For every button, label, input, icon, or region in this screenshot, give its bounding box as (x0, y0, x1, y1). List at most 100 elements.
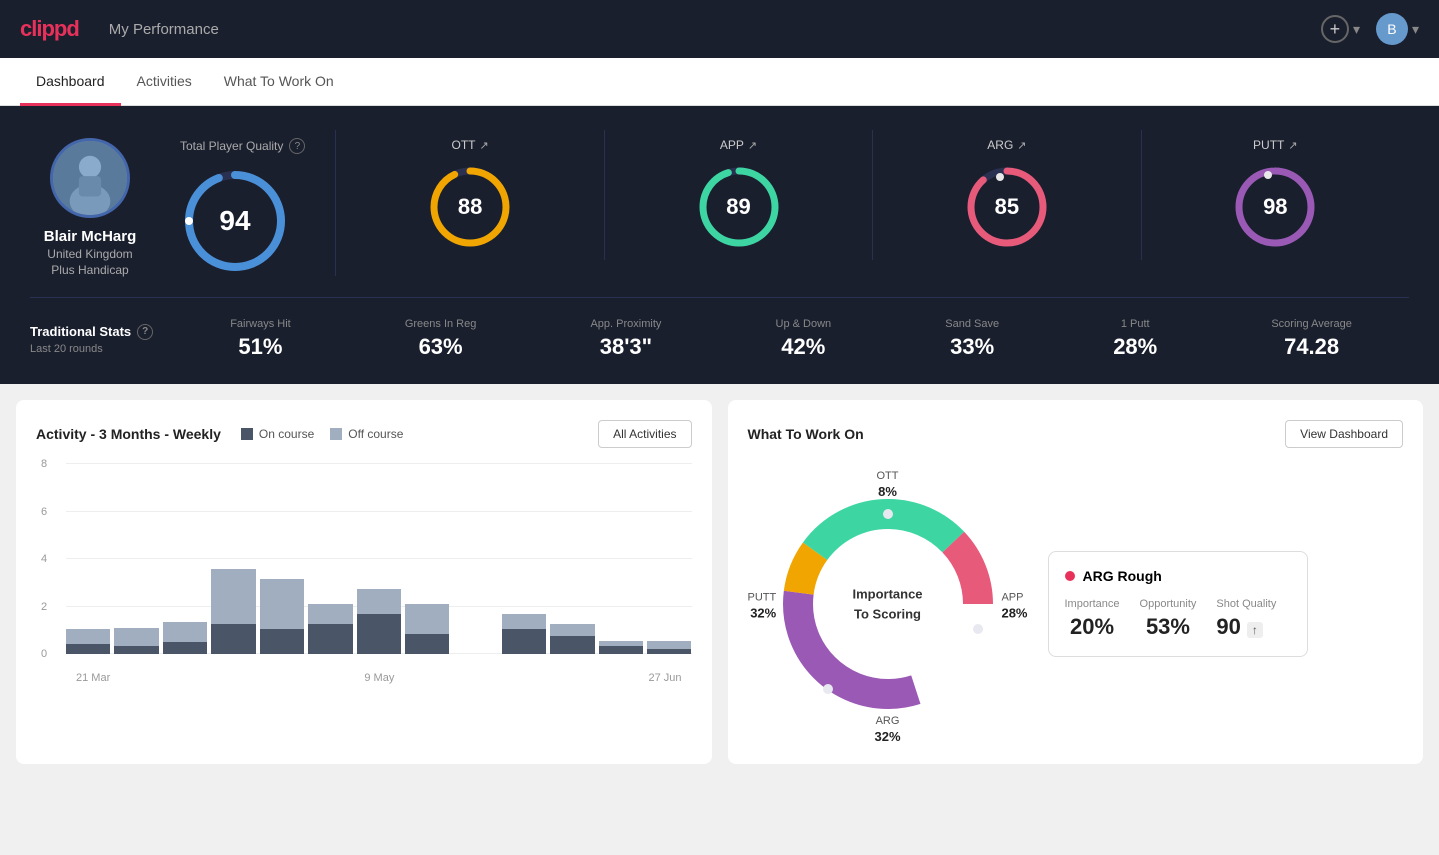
logo-area: clippd My Performance (20, 16, 219, 42)
activity-title: Activity - 3 Months - Weekly (36, 426, 221, 442)
bar-group-2 (114, 628, 158, 654)
legend-offcourse-icon (330, 428, 342, 440)
arg-gauge: ARG↗ 85 (873, 130, 1141, 260)
wtwo-title: What To Work On (748, 426, 864, 442)
stat-greens-value: 63% (405, 334, 477, 360)
arg-container: 85 (962, 162, 1052, 252)
tab-activities[interactable]: Activities (121, 58, 208, 106)
avatar: B (1376, 13, 1408, 45)
trad-help-icon[interactable]: ? (137, 324, 153, 340)
chart-area: 8 6 4 2 0 (36, 464, 692, 684)
bar-group-3 (163, 622, 207, 654)
trad-title: Traditional Stats ? (30, 324, 153, 340)
arg-value: 85 (995, 194, 1019, 220)
info-shot-quality: Shot Quality 90 ↑ (1216, 598, 1276, 640)
stat-sandsave-label: Sand Save (945, 318, 999, 330)
activity-panel: Activity - 3 Months - Weekly On course O… (16, 400, 712, 764)
tab-what-to-work-on[interactable]: What To Work On (208, 58, 350, 106)
logo: clippd (20, 16, 79, 42)
app-label: APP↗ (720, 138, 757, 152)
view-dashboard-button[interactable]: View Dashboard (1285, 420, 1403, 448)
stat-proximity-value: 38'3" (590, 334, 661, 360)
help-icon[interactable]: ? (289, 138, 305, 154)
donut-center: ImportanceTo Scoring (852, 585, 922, 624)
ott-label: OTT↗ (451, 138, 488, 152)
player-info: Blair McHarg United Kingdom Plus Handica… (30, 130, 150, 277)
header-actions: + ▾ B ▾ (1321, 13, 1419, 45)
bottom-panels: Activity - 3 Months - Weekly On course O… (0, 384, 1439, 780)
app-gauge: APP↗ 89 (605, 130, 873, 260)
header-title: My Performance (109, 21, 219, 38)
bar-group-8 (405, 604, 449, 654)
what-to-work-on-panel: What To Work On View Dashboard (728, 400, 1424, 764)
legend-offcourse: Off course (330, 427, 403, 441)
traditional-stats: Traditional Stats ? Last 20 rounds Fairw… (30, 297, 1409, 360)
donut-wrapper: ImportanceTo Scoring OTT 8% APP 28% ARG … (748, 464, 1028, 744)
trad-subtitle: Last 20 rounds (30, 343, 153, 355)
stat-greens: Greens In Reg 63% (405, 318, 477, 360)
wtwo-header: What To Work On View Dashboard (748, 420, 1404, 448)
arg-label: ARG↗ (987, 138, 1026, 152)
x-labels: 21 Mar 9 May 27 Jun (66, 672, 692, 684)
info-card: ARG Rough Importance 20% Opportunity 53%… (1048, 551, 1308, 657)
stat-sandsave-value: 33% (945, 334, 999, 360)
putt-donut-label: PUTT 32% (748, 588, 777, 621)
bar-group-6 (308, 604, 352, 654)
ott-container: 88 (425, 162, 515, 252)
bar-group-1 (66, 629, 110, 654)
app-container: 89 (694, 162, 784, 252)
total-quality-label: Total Player Quality ? (180, 138, 305, 154)
stat-1putt: 1 Putt 28% (1113, 318, 1157, 360)
user-menu-button[interactable]: B ▾ (1376, 13, 1419, 45)
hero-top: Blair McHarg United Kingdom Plus Handica… (30, 130, 1409, 277)
all-activities-button[interactable]: All Activities (598, 420, 691, 448)
player-handicap: Plus Handicap (51, 263, 128, 277)
bar-group-10 (502, 614, 546, 654)
chart-legend: On course Off course (241, 427, 404, 441)
trad-label: Traditional Stats ? Last 20 rounds (30, 324, 153, 355)
shot-quality-value: 90 (1216, 614, 1240, 640)
activity-header: Activity - 3 Months - Weekly On course O… (36, 420, 692, 448)
tab-dashboard[interactable]: Dashboard (20, 58, 121, 106)
stat-fairways: Fairways Hit 51% (230, 318, 291, 360)
total-quality-gauge: 94 (180, 166, 290, 276)
stat-sandsave: Sand Save 33% (945, 318, 999, 360)
shot-quality-label: Shot Quality (1216, 598, 1276, 610)
putt-value: 98 (1263, 194, 1287, 220)
stat-fairways-value: 51% (230, 334, 291, 360)
shot-quality-badge: ↑ (1247, 622, 1263, 638)
wtwo-content: ImportanceTo Scoring OTT 8% APP 28% ARG … (748, 464, 1404, 744)
legend-oncourse-icon (241, 428, 253, 440)
importance-value: 20% (1065, 614, 1120, 640)
arg-donut-label: ARG 32% (874, 711, 900, 744)
plus-icon: + (1321, 15, 1349, 43)
tabs-nav: Dashboard Activities What To Work On (0, 58, 1439, 106)
stat-1putt-value: 28% (1113, 334, 1157, 360)
stat-1putt-label: 1 Putt (1113, 318, 1157, 330)
hero-section: Blair McHarg United Kingdom Plus Handica… (0, 106, 1439, 384)
x-label-1: 21 Mar (76, 672, 110, 684)
ott-donut-label: OTT 8% (877, 466, 899, 499)
info-importance: Importance 20% (1065, 598, 1120, 640)
stat-updown-label: Up & Down (776, 318, 832, 330)
red-dot-icon (1065, 571, 1075, 581)
player-name: Blair McHarg (44, 228, 137, 245)
ott-value: 88 (458, 194, 482, 220)
putt-container: 98 (1230, 162, 1320, 252)
add-button[interactable]: + ▾ (1321, 15, 1360, 43)
total-quality-value: 94 (219, 205, 250, 237)
gauges-section: Total Player Quality ? 94 OTT (180, 130, 1409, 276)
bar-group-12 (599, 641, 643, 654)
stat-scoring-label: Scoring Average (1271, 318, 1352, 330)
bar-group-11 (550, 624, 594, 654)
bars-container (66, 464, 692, 654)
info-stats: Importance 20% Opportunity 53% Shot Qual… (1065, 598, 1291, 640)
bar-group-13 (647, 641, 691, 654)
app-donut-label: APP 28% (1001, 588, 1027, 621)
stat-greens-label: Greens In Reg (405, 318, 477, 330)
player-country: United Kingdom (47, 247, 132, 261)
stats-row: Fairways Hit 51% Greens In Reg 63% App. … (173, 318, 1409, 360)
x-label-3: 27 Jun (648, 672, 681, 684)
opportunity-value: 53% (1140, 614, 1197, 640)
stat-updown: Up & Down 42% (776, 318, 832, 360)
